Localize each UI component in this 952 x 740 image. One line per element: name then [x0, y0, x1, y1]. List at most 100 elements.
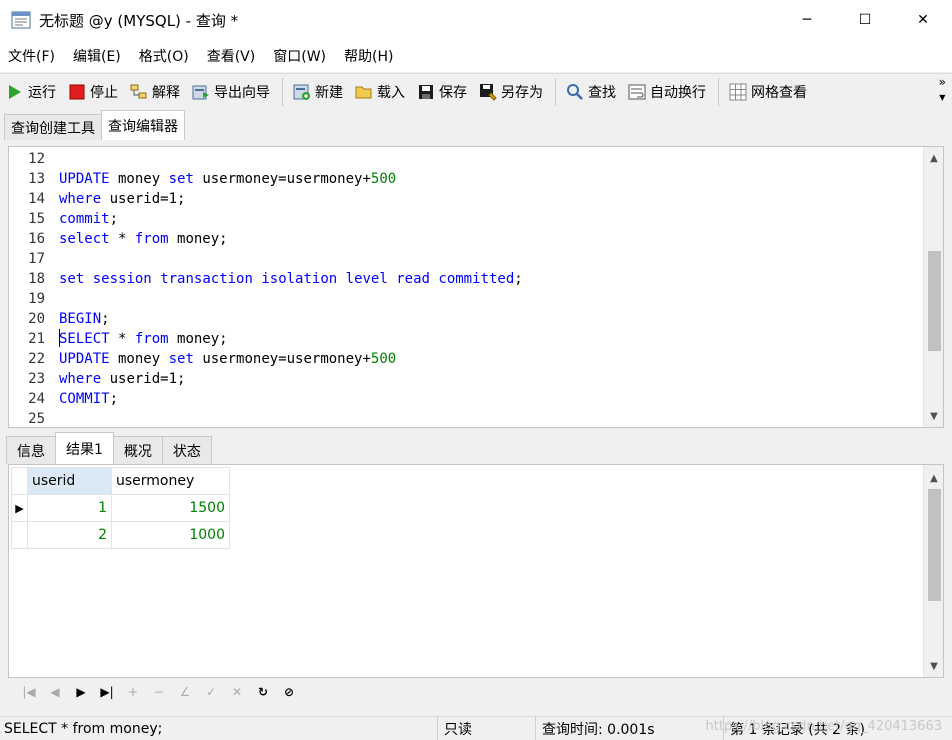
cell-usermoney[interactable]: 1000: [111, 521, 230, 549]
previous-record-icon[interactable]: ◀: [42, 681, 68, 703]
floppy-icon: [417, 83, 435, 101]
delete-record-icon[interactable]: −: [146, 681, 172, 703]
code-text: where userid=1;: [59, 371, 186, 387]
cell-usermoney[interactable]: 1500: [111, 494, 230, 522]
menu-format[interactable]: 格式(O): [139, 46, 189, 66]
refresh-icon[interactable]: ↻: [250, 681, 276, 703]
table-row[interactable]: 2 1000: [11, 521, 230, 549]
tab-status[interactable]: 状态: [161, 436, 212, 464]
results-vertical-scrollbar[interactable]: ▲ ▼: [923, 465, 943, 677]
code-line[interactable]: 13 UPDATE money set usermoney=usermoney+5…: [9, 169, 921, 189]
tab-query-builder[interactable]: 查询创建工具: [4, 114, 102, 140]
code-line[interactable]: 16 select * from money;: [9, 229, 921, 249]
close-button[interactable]: ✕: [894, 0, 952, 40]
code-line[interactable]: 17: [9, 249, 921, 269]
word-wrap-icon: [628, 83, 646, 101]
code-line[interactable]: 23 where userid=1;: [9, 369, 921, 389]
next-record-icon[interactable]: ▶: [68, 681, 94, 703]
find-button[interactable]: 查找: [566, 77, 616, 107]
row-header-corner: [11, 467, 28, 495]
code-line[interactable]: 19: [9, 289, 921, 309]
tab-result-1[interactable]: 结果1: [55, 432, 114, 464]
menu-file[interactable]: 文件(F): [8, 46, 55, 66]
code-line[interactable]: 25: [9, 409, 921, 427]
explain-button[interactable]: 解释: [130, 77, 180, 107]
status-mode: 只读: [440, 717, 536, 740]
new-query-icon: [293, 83, 311, 101]
code-line[interactable]: 21 SELECT * from money;: [9, 329, 921, 349]
minimize-button[interactable]: ─: [778, 0, 836, 40]
result-table: userid usermoney ▶ 1 1500 2 1000: [11, 467, 230, 549]
scroll-up-arrow-icon[interactable]: ▲: [924, 149, 943, 167]
line-number: 24: [28, 391, 45, 407]
save-button[interactable]: 保存: [417, 77, 467, 107]
stop-label: 停止: [90, 85, 118, 101]
code-line[interactable]: 15 commit;: [9, 209, 921, 229]
menu-edit[interactable]: 编辑(E): [73, 46, 121, 66]
result-tabs: 信息 结果1 概况 状态: [0, 432, 952, 464]
scroll-up-arrow-icon[interactable]: ▲: [924, 469, 943, 487]
line-number: 23: [28, 371, 45, 387]
scroll-thumb[interactable]: [928, 489, 941, 601]
stop-loading-icon[interactable]: ⊘: [276, 681, 302, 703]
export-wizard-button[interactable]: 导出向导: [192, 77, 270, 107]
line-number: 17: [28, 251, 45, 267]
title-bar: 无标题 @y (MYSQL) - 查询 * ─ ☐ ✕: [0, 0, 952, 40]
last-record-icon[interactable]: ▶|: [94, 681, 120, 703]
code-line[interactable]: 20 BEGIN;: [9, 309, 921, 329]
status-query-time: 查询时间: 0.001s: [538, 717, 724, 740]
code-text: SELECT * from money;: [59, 331, 228, 347]
scroll-down-arrow-icon[interactable]: ▼: [924, 407, 943, 425]
new-button[interactable]: 新建: [293, 77, 343, 107]
run-button[interactable]: 运行: [6, 77, 56, 107]
stop-icon: [68, 83, 86, 101]
code-text: COMMIT;: [59, 391, 119, 407]
record-navigator: |◀ ◀ ▶ ▶| + − ∠ ✓ ✕ ↻ ⊘: [8, 678, 944, 706]
save-as-button[interactable]: 另存为: [479, 77, 543, 107]
editor-vertical-scrollbar[interactable]: ▲ ▼: [923, 147, 943, 427]
add-record-icon[interactable]: +: [120, 681, 146, 703]
new-label: 新建: [315, 85, 343, 101]
tab-query-editor[interactable]: 查询编辑器: [101, 110, 185, 140]
code-line[interactable]: 24 COMMIT;: [9, 389, 921, 409]
apply-changes-icon[interactable]: ✓: [198, 681, 224, 703]
line-number: 25: [28, 411, 45, 427]
discard-changes-icon[interactable]: ✕: [224, 681, 250, 703]
code-text: select * from money;: [59, 231, 228, 247]
maximize-button[interactable]: ☐: [836, 0, 894, 40]
explain-label: 解释: [152, 85, 180, 101]
tab-info[interactable]: 信息: [6, 436, 56, 464]
cell-userid[interactable]: 2: [27, 521, 112, 549]
cell-userid[interactable]: 1: [27, 494, 112, 522]
first-record-icon[interactable]: |◀: [16, 681, 42, 703]
column-header-userid[interactable]: userid: [27, 467, 112, 495]
load-label: 载入: [377, 85, 405, 101]
menu-bar: 文件(F) 编辑(E) 格式(O) 查看(V) 窗口(W) 帮助(H): [0, 40, 952, 72]
stop-button[interactable]: 停止: [68, 77, 118, 107]
grid-view-button[interactable]: 网格查看: [729, 77, 807, 107]
status-sql: SELECT * from money;: [0, 717, 438, 740]
word-wrap-button[interactable]: 自动换行: [628, 77, 706, 107]
code-text: commit;: [59, 211, 119, 227]
table-row[interactable]: ▶ 1 1500: [11, 494, 230, 522]
code-line[interactable]: 12: [9, 149, 921, 169]
column-header-usermoney[interactable]: usermoney: [111, 467, 230, 495]
scroll-thumb[interactable]: [928, 251, 941, 351]
sql-editor[interactable]: 12 13 UPDATE money set usermoney=usermoney…: [8, 146, 944, 428]
code-line[interactable]: 22 UPDATE money set usermoney=usermoney+5…: [9, 349, 921, 369]
toolbar-overflow-button[interactable]: » ▼: [939, 76, 946, 104]
menu-help[interactable]: 帮助(H): [344, 46, 393, 66]
line-number: 12: [28, 151, 45, 167]
code-text: UPDATE money set usermoney=usermoney+500: [59, 351, 397, 367]
scroll-down-arrow-icon[interactable]: ▼: [924, 657, 943, 675]
code-line[interactable]: 18 set session transaction isolation leve…: [9, 269, 921, 289]
chevron-double-right-icon: »: [938, 75, 946, 89]
code-line[interactable]: 14 where userid=1;: [9, 189, 921, 209]
load-button[interactable]: 载入: [355, 77, 405, 107]
menu-window[interactable]: 窗口(W): [273, 46, 326, 66]
save-as-label: 另存为: [501, 85, 543, 101]
result-grid: userid usermoney ▶ 1 1500 2 1000 ▲ ▼: [8, 464, 944, 678]
tab-profile[interactable]: 概况: [112, 436, 163, 464]
menu-view[interactable]: 查看(V): [207, 46, 256, 66]
edit-record-icon[interactable]: ∠: [172, 681, 198, 703]
